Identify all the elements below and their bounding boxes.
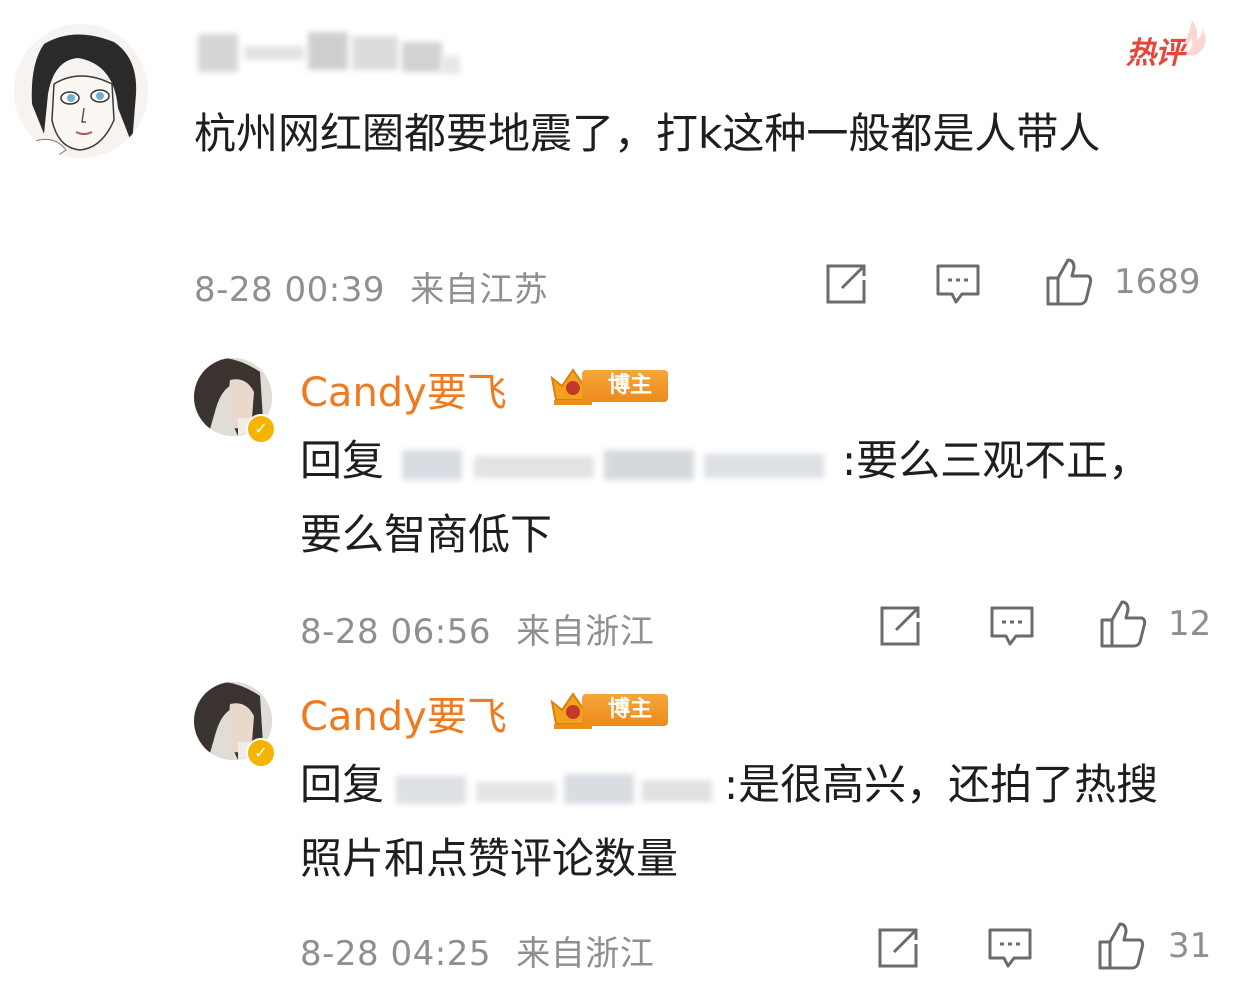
comment-text: 杭州网红圈都要地震了，打k这种一般都是人带人 [194, 109, 1101, 158]
commenter-avatar-image [14, 24, 148, 158]
reply-text: 回复:要么三观不正，要么智商低下 [300, 424, 1160, 572]
repost-icon[interactable] [822, 262, 870, 306]
like-count: 12 [1168, 604, 1212, 644]
comment-icon[interactable] [934, 262, 982, 306]
reply-prefix: 回复 [300, 436, 385, 485]
blogger-badge: 博主 [548, 364, 670, 408]
comment-location: 来自江苏 [410, 270, 549, 310]
reply-author[interactable]: Candy要飞 [300, 360, 507, 418]
commenter-avatar[interactable] [14, 24, 148, 158]
reply-prefix: 回复 [300, 760, 385, 809]
like-icon[interactable] [1044, 256, 1096, 308]
reply-meta: 8-28 04:25 来自浙江 [300, 926, 654, 975]
reply-timestamp: 8-28 06:56 [300, 612, 491, 652]
like-count: 31 [1168, 926, 1212, 966]
blogger-badge-label: 博主 [582, 694, 668, 726]
reply-text: 回复:是很高兴，还拍了热搜照片和点赞评论数量 [300, 748, 1180, 896]
reply-meta: 8-28 06:56 来自浙江 [300, 604, 654, 653]
reply-location: 来自浙江 [516, 612, 655, 652]
reply-author[interactable]: Candy要飞 [300, 684, 507, 742]
comment-icon[interactable] [988, 604, 1036, 648]
reply-location: 来自浙江 [516, 934, 655, 974]
repost-icon[interactable] [876, 604, 924, 648]
like-icon[interactable] [1096, 920, 1148, 972]
verified-icon: ✓ [246, 414, 276, 444]
repost-icon[interactable] [874, 926, 922, 970]
comment-timestamp: 8-28 00:39 [194, 270, 385, 310]
blogger-badge-label: 博主 [582, 370, 668, 402]
reply-timestamp: 8-28 04:25 [300, 934, 491, 974]
like-icon[interactable] [1098, 598, 1150, 650]
blogger-badge: 博主 [548, 688, 670, 732]
comment-icon[interactable] [986, 926, 1034, 970]
like-count: 1689 [1114, 262, 1201, 302]
reply-target-blurred[interactable] [384, 444, 842, 484]
verified-icon: ✓ [246, 738, 276, 768]
commenter-name-blurred [198, 28, 460, 78]
flame-icon [1184, 20, 1206, 56]
reply-target-blurred[interactable] [384, 768, 724, 808]
comment-meta: 8-28 00:39 来自江苏 [194, 262, 548, 311]
